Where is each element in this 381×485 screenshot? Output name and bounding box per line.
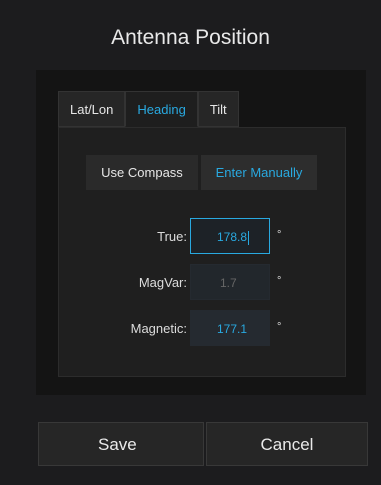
tab-lat-lon[interactable]: Lat/Lon: [58, 91, 126, 127]
tab-heading[interactable]: Heading: [125, 91, 198, 127]
magvar-unit: °: [277, 275, 282, 287]
magnetic-heading-label: Magnetic:: [130, 321, 187, 336]
text-caret: [248, 230, 250, 245]
tab-tilt[interactable]: Tilt: [197, 91, 239, 127]
true-heading-unit: °: [277, 229, 282, 241]
enter-manually-button[interactable]: Enter Manually: [201, 155, 317, 190]
dialog-title: Antenna Position: [111, 26, 270, 49]
true-heading-input[interactable]: 178.8: [190, 218, 270, 254]
save-button[interactable]: Save: [38, 422, 204, 466]
cancel-button[interactable]: Cancel: [206, 422, 368, 466]
magnetic-heading-value: 177.1: [217, 322, 248, 336]
magnetic-heading-input[interactable]: 177.1: [190, 310, 270, 346]
magnetic-heading-unit: °: [277, 321, 282, 333]
true-heading-value: 178.8: [217, 230, 248, 244]
magvar-input: 1.7: [190, 264, 270, 300]
tab-bar: Lat/Lon Heading Tilt: [58, 91, 239, 127]
use-compass-button[interactable]: Use Compass: [86, 155, 198, 190]
magvar-label: MagVar:: [138, 275, 187, 290]
magvar-value: 1.7: [220, 276, 237, 290]
true-heading-label: True:: [157, 229, 187, 244]
save-button-label: Save: [98, 435, 137, 454]
